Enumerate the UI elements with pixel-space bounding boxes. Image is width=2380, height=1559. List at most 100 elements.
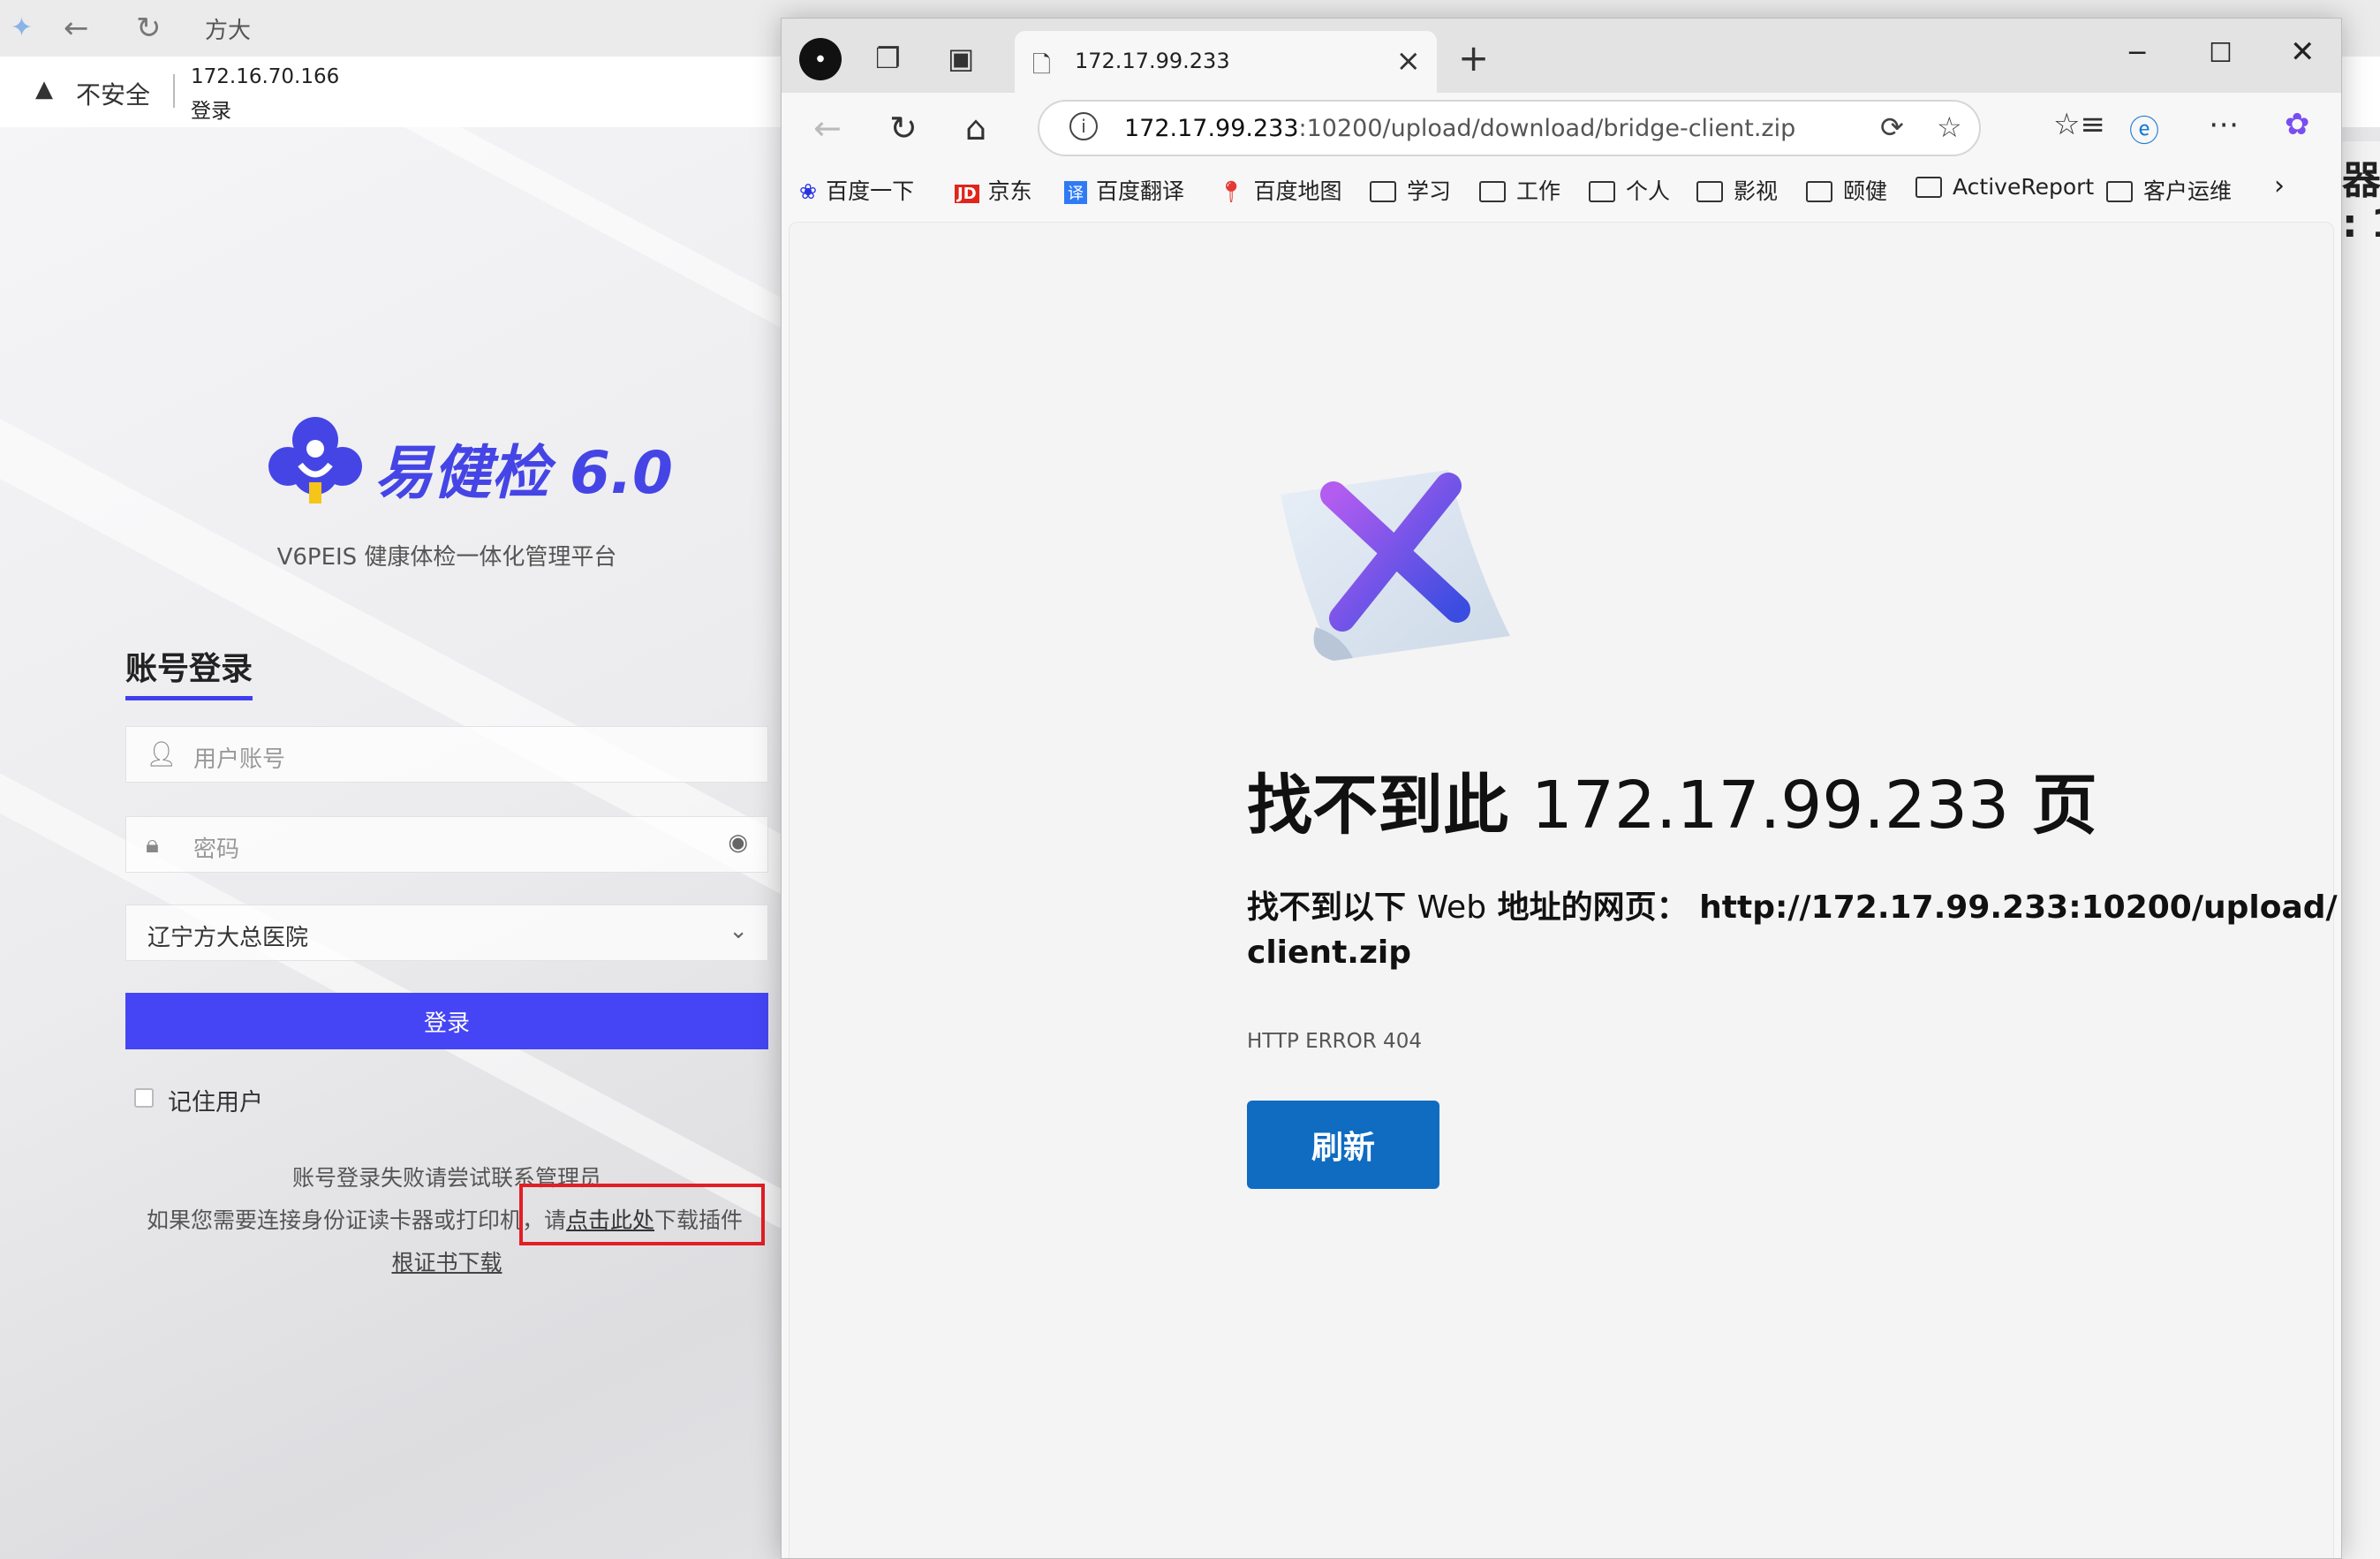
platform-subtitle: V6PEIS 健康体检一体化管理平台 (276, 544, 617, 571)
error-description-line2: client.zip (1247, 935, 1412, 971)
bookmark-folder-work[interactable]: 工作 (1479, 174, 1560, 206)
bookmark-label: 京东 (987, 178, 1032, 204)
password-input[interactable]: 🔒︎ 密码 ◉ (125, 816, 768, 873)
chevron-right-icon[interactable]: › (2274, 170, 2285, 201)
divider (173, 74, 175, 108)
address-url[interactable]: 172.17.99.233:10200/upload/download/brid… (1124, 115, 1795, 142)
bookmark-folder-activereport[interactable]: ActiveReport (1915, 174, 2094, 200)
bookmark-baidu-translate[interactable]: 译百度翻译 (1064, 174, 1184, 206)
error-title: 找不到此 172.17.99.233 页 (1247, 753, 2097, 847)
read-aloud-icon[interactable]: ⟳ (1880, 110, 1904, 144)
folder-icon (1479, 181, 1506, 202)
favorites-list-icon[interactable]: ☆≡ (2053, 107, 2105, 142)
folder-icon (1589, 181, 1615, 202)
vertical-tabs-icon[interactable]: ▣ (948, 42, 974, 75)
http-error-code: HTTP ERROR 404 (1247, 1030, 1422, 1053)
bg-right-partial-text: 器: (2342, 158, 2380, 203)
bookmark-baidu[interactable]: ❀ 百度一下 (799, 174, 914, 206)
yijianjian-logo-icon (268, 417, 362, 503)
error-desc-web: Web (1417, 889, 1487, 926)
bg-url-subtitle: 登录 (191, 100, 231, 123)
insecure-label[interactable]: 不安全 (76, 76, 150, 111)
page-error-icon: 🗋︎ (1032, 52, 1051, 79)
url-path: :10200/upload/download/bridge-client.zip (1298, 115, 1796, 142)
copilot-icon[interactable]: ✿ (2285, 107, 2310, 142)
bookmark-label: ActiveReport (1953, 174, 2095, 200)
bookmark-label: 个人 (1626, 178, 1671, 204)
baidu-paw-icon: ❀ (799, 179, 818, 204)
bg-url-text[interactable]: 172.16.70.166 (191, 65, 339, 88)
close-window-icon[interactable]: ✕ (2290, 34, 2316, 70)
favorite-star-icon[interactable]: ☆ (1937, 110, 1962, 144)
error-x-illustration-icon (1281, 470, 1510, 661)
red-highlight-box (519, 1184, 765, 1245)
error-desc-mid: 地址的网页： (1497, 889, 1689, 926)
bg-right-partial-text: : 1 (2342, 201, 2380, 246)
bookmark-folder-video[interactable]: 影视 (1696, 174, 1778, 206)
tab-title: 172.17.99.233 (1075, 49, 1230, 73)
tab-active-indicator (125, 696, 253, 700)
bg-page-title: 方大 (205, 18, 252, 44)
bookmark-label: 客户运维 (2143, 178, 2233, 204)
folder-icon (1696, 181, 1723, 202)
bookmark-baidu-map[interactable]: 📍︎ 百度地图 (1218, 174, 1341, 206)
error-title-prefix: 找不到此 (1247, 768, 1508, 844)
bookmark-label: 颐健 (1843, 178, 1888, 204)
user-icon: 👤︎ (146, 739, 178, 768)
tab-account-login[interactable]: 账号登录 (125, 643, 253, 689)
folder-icon (1370, 181, 1396, 202)
baidu-translate-icon: 译 (1064, 181, 1087, 204)
hospital-selected-value: 辽宁方大总医院 (147, 925, 309, 951)
maximize-icon[interactable]: ☐ (2209, 38, 2233, 69)
new-tab-icon[interactable]: + (1458, 36, 1489, 79)
more-options-icon[interactable]: ⋯ (2209, 107, 2239, 142)
remember-user-checkbox[interactable] (134, 1088, 154, 1108)
folder-icon (1806, 181, 1832, 202)
error-title-suffix: 页 (2031, 768, 2097, 844)
site-info-icon[interactable]: i (1069, 112, 1098, 140)
error-description: 找不到以下 Web 地址的网页： http://172.17.99.233:10… (1247, 882, 2338, 927)
workspaces-icon[interactable]: ❐ (875, 42, 901, 75)
warning-icon: ▲ (35, 76, 53, 102)
password-placeholder: 密码 (193, 836, 240, 863)
bookmark-folder-study[interactable]: 学习 (1370, 174, 1451, 206)
map-pin-icon: 📍︎ (1218, 179, 1245, 204)
back-arrow-icon[interactable]: ← (64, 11, 89, 46)
chevron-down-icon: ⌄ (729, 918, 748, 944)
back-arrow-icon[interactable]: ← (813, 109, 842, 148)
plugin-help-prefix: 如果您需要连接身份证读卡器或打印机，请 (147, 1207, 567, 1233)
app-logo-text: 易健检 6.0 (374, 439, 673, 507)
hospital-select[interactable]: 辽宁方大总医院 ⌄ (125, 904, 768, 961)
home-icon[interactable]: ⌂ (965, 109, 986, 148)
minimize-icon[interactable]: ─ (2129, 38, 2145, 69)
lock-icon: 🔒︎ (146, 829, 159, 859)
bookmark-folder-customer-ops[interactable]: 客户运维 (2106, 174, 2232, 206)
close-tab-icon[interactable]: × (1396, 43, 1422, 79)
ie-mode-icon[interactable]: ⓔ (2129, 107, 2159, 150)
eye-hidden-icon[interactable]: ◉ (728, 829, 748, 856)
login-button[interactable]: 登录 (125, 993, 768, 1049)
bookmark-folder-yijian[interactable]: 颐健 (1806, 174, 1887, 206)
bookmark-jd[interactable]: JD 京东 (955, 174, 1032, 206)
url-host: 172.17.99.233 (1124, 115, 1299, 142)
reload-icon[interactable]: ↻ (136, 11, 162, 46)
bookmark-label: 百度一下 (826, 178, 915, 204)
bookmark-folder-personal[interactable]: 个人 (1589, 174, 1670, 206)
bookmark-label: 百度地图 (1253, 178, 1342, 204)
profile-avatar[interactable]: ● (799, 38, 842, 80)
address-bar[interactable]: i 172.17.99.233:10200/upload/download/br… (1038, 100, 1981, 156)
bookmark-label: 学习 (1407, 178, 1452, 204)
folder-icon (2106, 181, 2133, 202)
username-input[interactable]: 👤︎ 用户账号 (125, 726, 768, 783)
root-cert-download-link[interactable]: 根证书下载 (0, 1245, 894, 1277)
tab-active[interactable]: 🗋︎ 172.17.99.233 × (1015, 31, 1437, 93)
error-desc-prefix: 找不到以下 (1247, 889, 1407, 926)
remember-user-label: 记住用户 (168, 1089, 263, 1116)
reload-icon[interactable]: ↻ (889, 109, 918, 148)
bookmark-label: 百度翻译 (1096, 178, 1185, 204)
tab-strip: ● ❐ ▣ 🗋︎ 172.17.99.233 × + ─ ☐ ✕ (782, 19, 2341, 93)
refresh-button[interactable]: 刷新 (1247, 1101, 1439, 1189)
bookmark-label: 工作 (1516, 178, 1561, 204)
jd-logo-icon: JD (955, 185, 979, 203)
bg-right-partial-area (2342, 141, 2380, 1559)
